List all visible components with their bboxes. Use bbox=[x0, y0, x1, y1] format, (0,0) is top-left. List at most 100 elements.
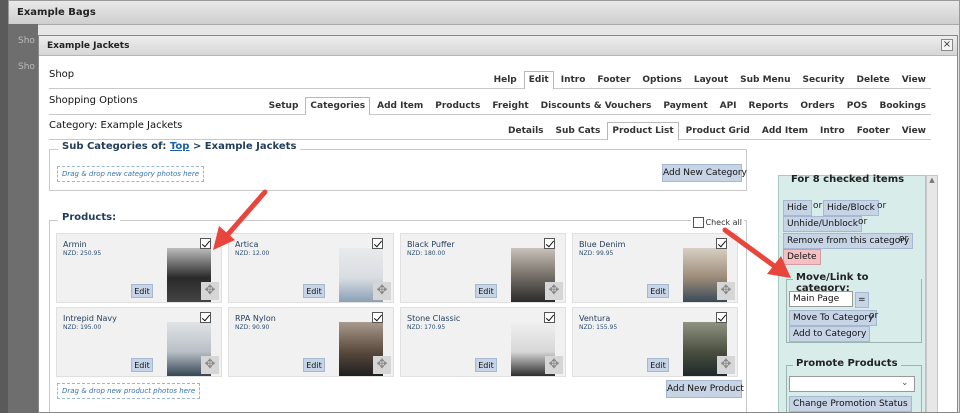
scroll-up-icon[interactable]: ▲ bbox=[927, 176, 937, 184]
chevron-down-icon: ⌄ bbox=[901, 378, 909, 388]
move-handle-icon[interactable]: ✥ bbox=[201, 356, 219, 374]
product-name: Black Puffer bbox=[407, 240, 455, 249]
product-price: NZD: 170.95 bbox=[407, 324, 446, 331]
check-all-label: Check all bbox=[705, 218, 743, 227]
product-checkbox[interactable] bbox=[372, 238, 383, 249]
product-card[interactable]: RPA Nylon NZD: 90.90 Edit ✥ bbox=[228, 307, 394, 377]
edit-button[interactable]: Edit bbox=[647, 284, 669, 298]
move-handle-icon[interactable]: ✥ bbox=[201, 282, 219, 300]
edit-button[interactable]: Edit bbox=[303, 358, 325, 372]
category-tabs: Details Sub Cats Product List Product Grid A… bbox=[503, 122, 931, 140]
tab-payment[interactable]: Payment bbox=[658, 97, 712, 114]
edit-button[interactable]: Edit bbox=[131, 284, 153, 298]
product-card[interactable]: Armin NZD: 250.95 Edit ✥ bbox=[56, 233, 222, 303]
tab-options[interactable]: Options bbox=[637, 71, 686, 88]
move-handle-icon[interactable]: ✥ bbox=[545, 282, 563, 300]
product-checkbox[interactable] bbox=[716, 312, 727, 323]
tab-reports[interactable]: Reports bbox=[744, 97, 794, 114]
row-title: Shop bbox=[49, 69, 75, 80]
tab-view[interactable]: View bbox=[897, 71, 931, 88]
or-label: or bbox=[869, 311, 879, 321]
product-checkbox[interactable] bbox=[716, 238, 727, 249]
tab-intro[interactable]: Intro bbox=[815, 122, 850, 139]
shop-nav-row: Shop Help Edit Intro Footer Options Layout Sub… bbox=[49, 65, 931, 89]
edit-button[interactable]: Edit bbox=[303, 284, 325, 298]
tab-sub-cats[interactable]: Sub Cats bbox=[551, 122, 606, 139]
equals-button[interactable]: = bbox=[855, 292, 869, 308]
tab-product-grid[interactable]: Product Grid bbox=[681, 122, 755, 139]
tab-view[interactable]: View bbox=[897, 122, 931, 139]
check-all-checkbox[interactable] bbox=[692, 217, 704, 228]
add-new-product-button[interactable]: Add New Product bbox=[666, 380, 744, 398]
tab-details[interactable]: Details bbox=[503, 122, 548, 139]
add-to-category-button[interactable]: Add to Category bbox=[789, 326, 871, 342]
unhide-unblock-button[interactable]: Unhide/Unblock bbox=[783, 216, 862, 232]
or-label: or bbox=[813, 201, 823, 211]
tab-add-item[interactable]: Add Item bbox=[372, 97, 428, 114]
promotion-select[interactable] bbox=[789, 376, 915, 392]
tab-add-item[interactable]: Add Item bbox=[757, 122, 813, 139]
category-select[interactable]: Main Page bbox=[789, 291, 853, 307]
tab-bookings[interactable]: Bookings bbox=[874, 97, 931, 114]
tab-freight[interactable]: Freight bbox=[487, 97, 533, 114]
product-name: Armin bbox=[63, 240, 87, 249]
tab-categories[interactable]: Categories bbox=[305, 97, 371, 115]
product-card[interactable]: Ventura NZD: 155.95 Edit ✥ bbox=[572, 307, 738, 377]
close-icon[interactable]: × bbox=[941, 39, 953, 51]
product-checkbox[interactable] bbox=[544, 238, 555, 249]
product-price: NZD: 12.00 bbox=[235, 250, 270, 257]
product-card[interactable]: Intrepid Navy NZD: 195.00 Edit ✥ bbox=[56, 307, 222, 377]
tab-edit[interactable]: Edit bbox=[523, 71, 554, 89]
move-to-category-button[interactable]: Move To Category bbox=[789, 310, 878, 326]
product-card[interactable]: Blue Denim NZD: 99.95 Edit ✥ bbox=[572, 233, 738, 303]
hide-button[interactable]: Hide bbox=[783, 200, 812, 216]
product-price: NZD: 155.95 bbox=[579, 324, 618, 331]
product-checkbox[interactable] bbox=[372, 312, 383, 323]
tab-intro[interactable]: Intro bbox=[556, 71, 591, 88]
check-all[interactable]: Check all bbox=[690, 217, 744, 228]
product-checkbox[interactable] bbox=[544, 312, 555, 323]
remove-from-category-button[interactable]: Remove from this category bbox=[783, 233, 914, 249]
tab-pos[interactable]: POS bbox=[842, 97, 873, 114]
tab-security[interactable]: Security bbox=[797, 71, 849, 88]
move-link-fieldset: Move/Link to category: Main Page = Move … bbox=[786, 272, 922, 343]
add-new-category-button[interactable]: Add New Category bbox=[662, 164, 747, 182]
tab-api[interactable]: API bbox=[715, 97, 742, 114]
edit-button[interactable]: Edit bbox=[475, 284, 497, 298]
tab-sub-menu[interactable]: Sub Menu bbox=[735, 71, 795, 88]
tab-help[interactable]: Help bbox=[489, 71, 522, 88]
move-handle-icon[interactable]: ✥ bbox=[545, 356, 563, 374]
product-checkbox[interactable] bbox=[200, 238, 211, 249]
delete-button[interactable]: Delete bbox=[783, 249, 821, 265]
edit-button[interactable]: Edit bbox=[131, 358, 153, 372]
top-link[interactable]: Top bbox=[170, 141, 190, 152]
hide-block-button[interactable]: Hide/Block bbox=[823, 200, 879, 216]
edit-button[interactable]: Edit bbox=[647, 358, 669, 372]
product-name: Intrepid Navy bbox=[63, 314, 117, 323]
tab-product-list[interactable]: Product List bbox=[607, 122, 679, 140]
tab-footer[interactable]: Footer bbox=[592, 71, 635, 88]
change-promotion-status-button[interactable]: Change Promotion Status bbox=[789, 396, 912, 412]
product-card[interactable]: Artica NZD: 12.00 Edit ✥ bbox=[228, 233, 394, 303]
or-label: or bbox=[877, 201, 887, 211]
move-handle-icon[interactable]: ✥ bbox=[373, 282, 391, 300]
tab-layout[interactable]: Layout bbox=[689, 71, 733, 88]
tab-orders[interactable]: Orders bbox=[795, 97, 839, 114]
edit-button[interactable]: Edit bbox=[475, 358, 497, 372]
tab-discounts-vouchers[interactable]: Discounts & Vouchers bbox=[536, 97, 657, 114]
tab-setup[interactable]: Setup bbox=[264, 97, 304, 114]
product-checkbox[interactable] bbox=[200, 312, 211, 323]
move-handle-icon[interactable]: ✥ bbox=[373, 356, 391, 374]
tab-delete[interactable]: Delete bbox=[852, 71, 895, 88]
tab-products[interactable]: Products bbox=[430, 97, 485, 114]
move-handle-icon[interactable]: ✥ bbox=[717, 356, 735, 374]
bulk-actions-heading: For 8 checked items bbox=[791, 174, 905, 185]
jackets-dialog: Example Jackets × Shop Help Edit Intro Foot… bbox=[38, 35, 958, 413]
side-panel-scrollbar[interactable]: ▲ bbox=[926, 175, 938, 412]
category-photo-dropzone[interactable]: Drag & drop new category photos here bbox=[57, 166, 205, 182]
product-card[interactable]: Stone Classic NZD: 170.95 Edit ✥ bbox=[400, 307, 566, 377]
tab-footer[interactable]: Footer bbox=[852, 122, 895, 139]
product-photo-dropzone[interactable]: Drag & drop new product photos here bbox=[57, 383, 201, 399]
product-card[interactable]: Black Puffer NZD: 180.00 Edit ✥ bbox=[400, 233, 566, 303]
move-handle-icon[interactable]: ✥ bbox=[717, 282, 735, 300]
